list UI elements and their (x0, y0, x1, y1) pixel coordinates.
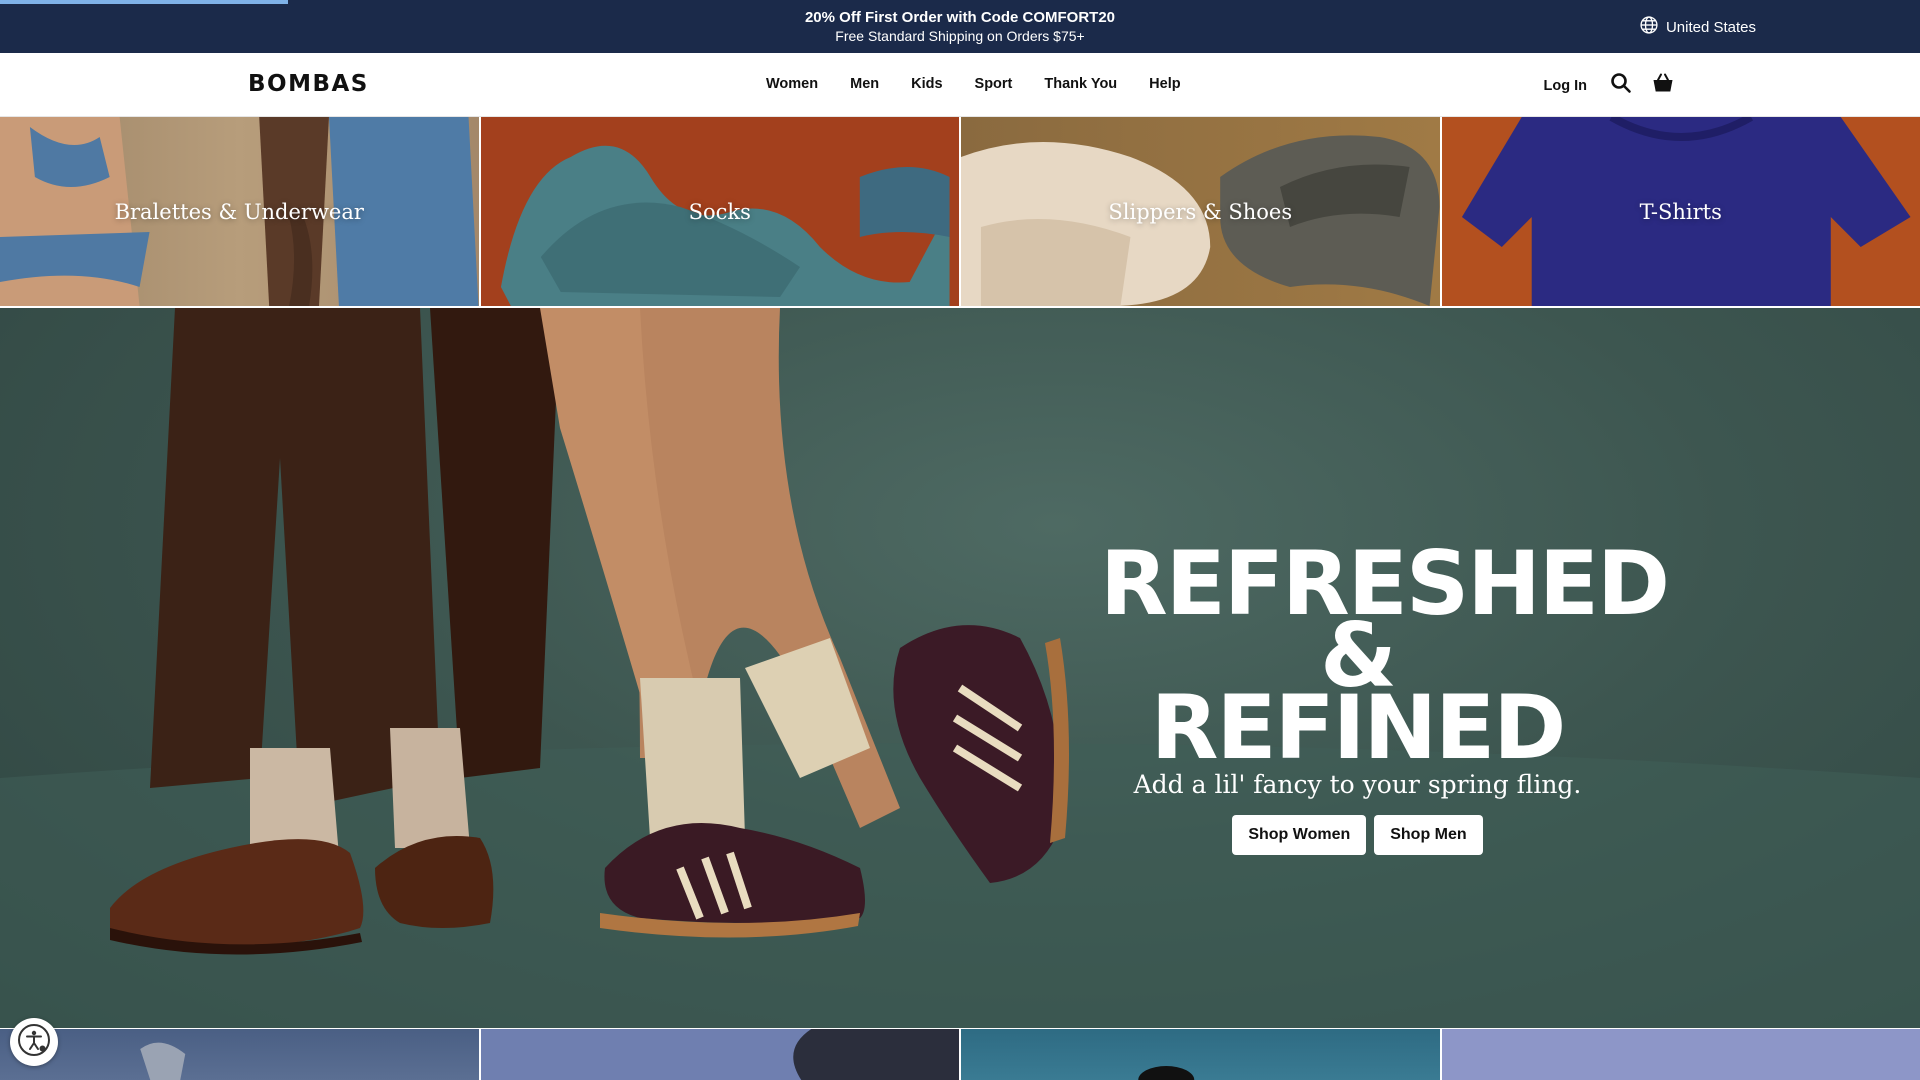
nav-actions: Log In (1544, 71, 1676, 100)
accessibility-button[interactable] (10, 1018, 58, 1066)
category-tiles: Bralettes & Underwear Socks Slippers & S… (0, 117, 1920, 306)
nav-men[interactable]: Men (850, 76, 879, 92)
tile-socks[interactable]: Socks (480, 117, 959, 306)
secondary-tiles (0, 1029, 1920, 1080)
bombas-logo[interactable]: BOMBAS (248, 71, 369, 97)
nav-help[interactable]: Help (1149, 76, 1180, 92)
tile-t-shirts[interactable]: T-Shirts (1441, 117, 1920, 306)
announcement-progress-bar (0, 0, 288, 4)
promo-line-2: Free Standard Shipping on Orders $75+ (835, 28, 1085, 44)
main-navigation: BOMBAS Women Men Kids Sport Thank You He… (0, 53, 1920, 117)
tile-slippers-shoes[interactable]: Slippers & Shoes (961, 117, 1440, 306)
shop-men-button[interactable]: Shop Men (1374, 815, 1483, 855)
tile-bralettes-underwear[interactable]: Bralettes & Underwear (0, 117, 479, 306)
tile-label: T-Shirts (1639, 199, 1722, 224)
secondary-tile-4[interactable] (1441, 1029, 1920, 1080)
tile-label: Slippers & Shoes (1108, 199, 1293, 224)
hero-content: REFRESHED & REFINED Add a lil' fancy to … (1100, 540, 1670, 855)
promo-message[interactable]: 20% Off First Order with Code COMFORT20 … (0, 8, 1920, 46)
nav-thank-you[interactable]: Thank You (1044, 76, 1117, 92)
primary-menu: Women Men Kids Sport Thank You Help (766, 76, 1181, 92)
secondary-tile-image (792, 1029, 959, 1080)
accessibility-icon (17, 1023, 51, 1062)
hero-cta-group: Shop Women Shop Men (1100, 815, 1615, 855)
hero-headline: REFRESHED & REFINED (1100, 540, 1670, 779)
cart-icon[interactable] (1651, 71, 1675, 100)
secondary-tile-image (1138, 1066, 1195, 1080)
login-link[interactable]: Log In (1544, 78, 1588, 94)
region-label: United States (1665, 18, 1756, 36)
secondary-tile-3[interactable] (961, 1029, 1440, 1080)
globe-icon (1639, 15, 1659, 39)
hero-image (0, 308, 1920, 1028)
nav-sport[interactable]: Sport (975, 76, 1013, 92)
hero-banner: REFRESHED & REFINED Add a lil' fancy to … (0, 308, 1920, 1028)
hero-subheading: Add a lil' fancy to your spring fling. (1133, 770, 1582, 799)
search-icon[interactable] (1609, 71, 1633, 100)
secondary-tile-image (140, 1042, 186, 1080)
shop-women-button[interactable]: Shop Women (1232, 815, 1367, 855)
secondary-tile-2[interactable] (480, 1029, 959, 1080)
hero-headline-line-2: & REFINED (1150, 604, 1567, 779)
tile-label: Bralettes & Underwear (114, 199, 364, 224)
secondary-tile-1[interactable] (0, 1029, 479, 1080)
promo-line-1: 20% Off First Order with Code COMFORT20 (804, 9, 1116, 26)
announcement-bar: 20% Off First Order with Code COMFORT20 … (0, 0, 1920, 53)
nav-women[interactable]: Women (766, 76, 818, 92)
tile-label: Socks (688, 199, 751, 224)
nav-kids[interactable]: Kids (911, 76, 942, 92)
region-selector[interactable]: United States (1639, 15, 1756, 39)
